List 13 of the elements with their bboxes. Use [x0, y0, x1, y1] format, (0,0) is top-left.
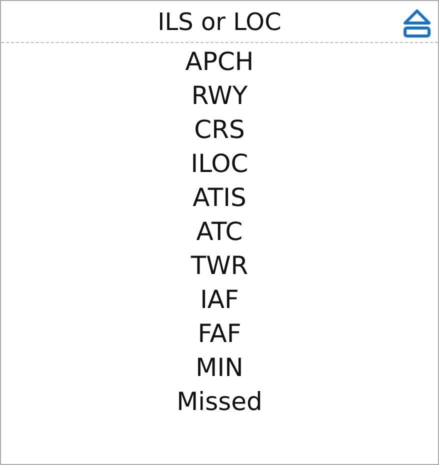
list-item[interactable]: CRS	[194, 113, 245, 147]
list-item[interactable]: ATIS	[192, 181, 246, 215]
list-item[interactable]: APCH	[185, 45, 254, 79]
header-title: ILS or LOC	[158, 8, 282, 36]
list-item[interactable]: RWY	[191, 79, 248, 113]
list-item[interactable]: ATC	[196, 215, 243, 249]
list-item[interactable]: MIN	[196, 351, 244, 385]
list-item[interactable]: IAF	[200, 283, 239, 317]
eject-icon[interactable]	[402, 8, 432, 38]
list-item[interactable]: Missed	[176, 385, 262, 419]
list-item[interactable]: FAF	[198, 317, 242, 351]
list-item[interactable]: TWR	[190, 249, 248, 283]
list-item[interactable]: ILOC	[190, 147, 248, 181]
